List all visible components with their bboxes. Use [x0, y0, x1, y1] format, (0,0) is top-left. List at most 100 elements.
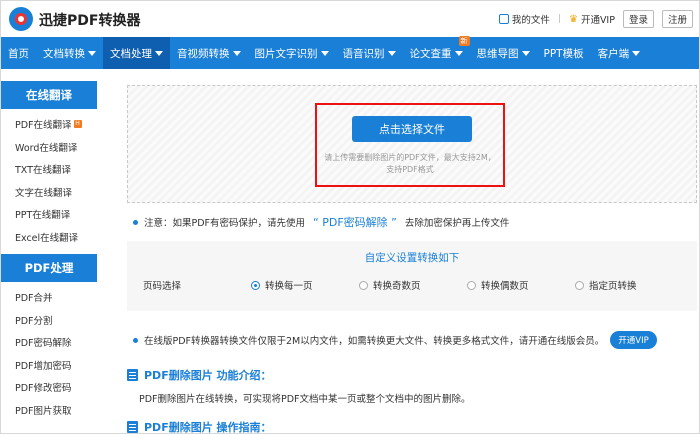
caret-down-icon	[387, 50, 396, 56]
radio-icon	[359, 280, 368, 290]
vip-notice-text: 在线版PDF转换器转换文件仅限于2M以内文件，如需转换更大文件、转换更多格式文件…	[144, 336, 605, 347]
radio-icon	[251, 280, 260, 290]
page-selection-row: 页码选择 转换每一页 转换奇数页 转换偶数页 指定页转换	[143, 278, 683, 292]
nav-av-convert[interactable]: 音视频转换	[170, 37, 248, 69]
nav-label: 音视频转换	[177, 47, 230, 60]
caret-down-icon	[454, 50, 463, 56]
document-icon	[127, 421, 138, 433]
file-icon	[498, 14, 509, 24]
nav-label: 图片文字识别	[254, 47, 318, 60]
sidebar-item-pdf-extract-images[interactable]: PDF图片获取	[1, 399, 97, 422]
nav-doc-process[interactable]: 文档处理	[103, 37, 170, 69]
nav-label: 文档转换	[43, 47, 85, 60]
my-files-link[interactable]: 我的文件	[498, 12, 550, 26]
radio-label: 转换偶数页	[481, 281, 529, 292]
sidebar-section-title: 在线翻译	[1, 81, 97, 109]
caret-down-icon	[88, 50, 96, 56]
crown-icon: ♛	[568, 13, 578, 25]
top-links: 我的文件 | ♛ 开通VIP 登录 注册	[498, 10, 693, 28]
sidebar-item-label: PDF在线翻译	[15, 120, 72, 132]
nav-speech[interactable]: 语音识别	[336, 37, 403, 69]
radio-label: 转换每一页	[265, 281, 313, 292]
new-badge: 新	[458, 36, 470, 46]
logo-icon[interactable]	[9, 7, 33, 31]
radio-even-pages[interactable]: 转换偶数页	[467, 278, 575, 292]
sidebar-item-text-translate[interactable]: 文字在线翻译	[1, 181, 97, 204]
nav-label: 语音识别	[342, 47, 385, 60]
nav-doc-convert[interactable]: 文档转换	[36, 37, 103, 69]
nav-mindmap[interactable]: 思维导图	[470, 37, 537, 69]
radio-icon	[575, 280, 584, 290]
caret-down-icon	[521, 50, 530, 56]
vip-link[interactable]: ♛ 开通VIP	[568, 12, 615, 27]
sidebar-item-word-translate[interactable]: Word在线翻译	[1, 136, 97, 159]
notice-prefix: 注意：如果PDF有密码保护，请先使用	[144, 218, 306, 229]
guide-title: PDF删除图片 操作指南：	[127, 419, 272, 434]
settings-title: 自定义设置转换如下	[364, 252, 460, 264]
radio-label: 转换奇数页	[373, 281, 421, 292]
sidebar-item-pdf-split[interactable]: PDF分割	[1, 309, 97, 332]
caret-down-icon	[155, 50, 163, 56]
nav-label: 客户端	[597, 47, 630, 60]
brand-name[interactable]: 迅捷PDF转换器	[39, 10, 140, 30]
sidebar-item-excel-translate[interactable]: Excel在线翻译	[1, 226, 97, 249]
guide-title-text: PDF删除图片 操作指南：	[144, 421, 272, 434]
notice-suffix: 去除加密保护再上传文件	[404, 218, 510, 229]
nav-plagiarism[interactable]: 论文查重新	[403, 36, 470, 69]
radio-every-page[interactable]: 转换每一页	[251, 278, 359, 292]
radio-icon	[467, 280, 476, 290]
main-nav: 首页 文档转换 文档处理 音视频转换 图片文字识别 语音识别 论文查重新 思维导…	[1, 36, 699, 69]
top-bar: 迅捷PDF转换器 我的文件 | ♛ 开通VIP 登录 注册	[1, 1, 699, 37]
sidebar-list: PDF合并 PDF分割 PDF密码解除 PDF增加密码 PDF修改密码 PDF图…	[1, 282, 97, 427]
nav-ppt-template[interactable]: PPT模板	[537, 37, 591, 69]
my-files-label: 我的文件	[511, 15, 550, 26]
pdf-unlock-link[interactable]: “ PDF密码解除 ”	[313, 214, 397, 230]
nav-label: 论文查重	[409, 47, 452, 60]
choose-file-button[interactable]: 点击选择文件	[352, 116, 472, 142]
caret-down-icon	[632, 50, 641, 56]
bullet-icon	[133, 337, 138, 343]
caret-down-icon	[320, 50, 329, 56]
sidebar-section-title: PDF处理	[1, 254, 97, 282]
sidebar-item-pdf-translate[interactable]: PDF在线翻译 H	[1, 113, 97, 136]
intro-text: PDF删除图片在线转换，可实现将PDF文档中某一页或整个文档中的图片删除。	[139, 394, 471, 405]
nav-label: 思维导图	[476, 47, 519, 60]
radio-specific-pages[interactable]: 指定页转换	[575, 278, 683, 292]
sidebar-item-pdf-merge[interactable]: PDF合并	[1, 286, 97, 309]
upload-hint-line: 请上传需要删除图片的PDF文件，最大支持2M，	[324, 153, 496, 162]
open-vip-button[interactable]: 开通VIP	[610, 331, 657, 349]
radio-label: 指定页转换	[589, 281, 637, 292]
nav-client[interactable]: 客户端	[591, 37, 648, 69]
sidebar-item-pdf-change-password[interactable]: PDF修改密码	[1, 376, 97, 399]
sidebar-item-pdf-unlock[interactable]: PDF密码解除	[1, 331, 97, 354]
page-selection-label: 页码选择	[143, 281, 182, 292]
sidebar-item-ppt-translate[interactable]: PPT在线翻译	[1, 203, 97, 226]
document-icon	[127, 369, 138, 381]
upload-dropzone[interactable]: 点击选择文件 请上传需要删除图片的PDF文件，最大支持2M， 支持PDF格式	[127, 85, 697, 203]
page: 迅捷PDF转换器 我的文件 | ♛ 开通VIP 登录 注册 首页 文档转换 文档…	[0, 0, 700, 434]
conversion-settings: 自定义设置转换如下 页码选择 转换每一页 转换奇数页 转换偶数页 指定页转换	[127, 241, 697, 311]
sidebar-list: PDF在线翻译 H Word在线翻译 TXT在线翻译 文字在线翻译 PPT在线翻译…	[1, 109, 97, 254]
highlight-box: 点击选择文件 请上传需要删除图片的PDF文件，最大支持2M， 支持PDF格式	[315, 103, 505, 187]
nav-ocr[interactable]: 图片文字识别	[248, 37, 336, 69]
hot-icon: H	[73, 120, 82, 129]
sidebar: 在线翻译 PDF在线翻译 H Word在线翻译 TXT在线翻译 文字在线翻译 PP…	[1, 81, 97, 427]
upload-hint: 请上传需要删除图片的PDF文件，最大支持2M， 支持PDF格式	[317, 152, 503, 176]
bullet-icon	[133, 219, 138, 225]
nav-label: 文档处理	[110, 47, 152, 60]
nav-home[interactable]: 首页	[1, 37, 36, 69]
intro-title-text: PDF删除图片 功能介绍：	[144, 369, 272, 382]
register-button[interactable]: 注册	[661, 10, 693, 28]
intro-title: PDF删除图片 功能介绍：	[127, 367, 272, 383]
sidebar-item-pdf-add-password[interactable]: PDF增加密码	[1, 354, 97, 377]
radio-odd-pages[interactable]: 转换奇数页	[359, 278, 467, 292]
nav-label: 首页	[8, 47, 29, 60]
upload-hint-line: 支持PDF格式	[386, 165, 434, 174]
caret-down-icon	[232, 50, 241, 56]
password-notice: 注意：如果PDF有密码保护，请先使用 “ PDF密码解除 ” 去除加密保护再上传…	[133, 214, 509, 230]
login-button[interactable]: 登录	[622, 10, 654, 28]
vip-notice: 在线版PDF转换器转换文件仅限于2M以内文件，如需转换更大文件、转换更多格式文件…	[133, 331, 657, 349]
sidebar-item-txt-translate[interactable]: TXT在线翻译	[1, 158, 97, 181]
vip-label: 开通VIP	[580, 15, 615, 26]
nav-label: PPT模板	[543, 47, 584, 60]
